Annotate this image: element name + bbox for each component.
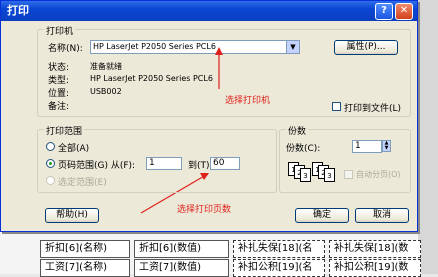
sheet-cell: 折扣[6](名称)	[40, 240, 130, 258]
background-scroll-edge	[418, 0, 438, 274]
from-page-input[interactable]: 1	[146, 157, 182, 170]
collate-page-icon: 3	[324, 168, 335, 182]
to-page-label: 到(T):	[188, 161, 213, 171]
copies-group: 份数 份数(C): 1 ▲▼ 1 2 3 1 2 3 自动分页(O)	[279, 124, 411, 193]
print-dialog: 打印 ? ✕ 打印机 名称(N): HP LaserJet P2050 Seri…	[0, 0, 418, 232]
sheet-cell: 补扎失保[18](数	[329, 240, 421, 258]
copies-group-label: 份数	[286, 124, 309, 137]
sheet-cell: 折扣[6](数值)	[134, 240, 229, 258]
sheet-cell: 工资[7](数值)	[134, 259, 229, 277]
range-pages-label: 页码范围(G) 从(F):	[58, 161, 136, 171]
background-row: 工资[7](名称) 工资[7](数值) 补扣公积[19](名 补扣公积[19](…	[0, 257, 438, 277]
sheet-cell: 补扎失保[18](名	[233, 240, 325, 258]
range-pages-radio[interactable]	[46, 159, 55, 168]
print-range-group: 打印范围 全部(A) 页码范围(G) 从(F): 1 到(T): 60 选定范围…	[37, 124, 277, 193]
to-page-input[interactable]: 60	[210, 157, 240, 170]
sheet-cell: 补扣公积[19](名	[233, 259, 325, 277]
range-all-radio[interactable]	[46, 142, 55, 151]
collate-label: 自动分页(O)	[356, 170, 401, 179]
annotation-arrows	[140, 47, 223, 214]
print-range-group-label: 打印范围	[44, 124, 85, 137]
help-button[interactable]: 帮助(H)	[45, 208, 99, 223]
annotation-select-printer: 选择打印机	[225, 96, 271, 106]
collate-checkbox[interactable]	[344, 170, 353, 179]
annotation-select-pages: 选择打印页数	[177, 205, 232, 215]
cancel-button[interactable]: 取消	[355, 208, 409, 223]
copies-count-label: 份数(C):	[286, 144, 321, 154]
range-selection-radio[interactable]	[46, 176, 55, 185]
annotation-arrowhead-printer	[215, 47, 223, 55]
sheet-cell: 补扣公积[19](数	[329, 259, 421, 277]
collate-page-icon: 3	[300, 168, 311, 182]
sheet-cell: 工资[7](名称)	[40, 259, 130, 277]
range-all-label: 全部(A)	[58, 144, 90, 154]
ok-button[interactable]: 确定	[295, 208, 349, 223]
copies-count-input[interactable]: 1	[352, 140, 382, 153]
copies-spinner[interactable]: ▲ ▼	[382, 140, 391, 152]
range-selection-label: 选定范围(E)	[58, 178, 107, 188]
background-row: 折扣[6](名称) 折扣[6](数值) 补扎失保[18](名 补扎失保[18](…	[0, 238, 438, 258]
